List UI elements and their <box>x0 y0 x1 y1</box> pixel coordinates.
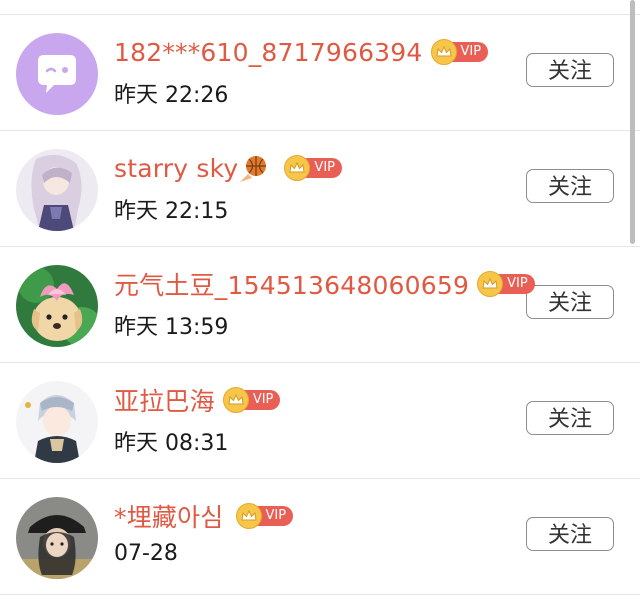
timestamp: 昨天 22:26 <box>114 83 229 108</box>
follow-button[interactable]: 关注 <box>526 517 614 551</box>
username[interactable]: starry sky <box>114 154 238 183</box>
vip-badge: VIP <box>477 271 535 297</box>
crown-icon <box>222 387 249 413</box>
username[interactable]: 元气土豆_154513648060659 <box>114 266 469 302</box>
timestamp: 07-28 <box>114 541 178 566</box>
crown-icon <box>235 503 262 529</box>
vip-badge: VIP <box>284 155 342 181</box>
avatar[interactable] <box>16 497 98 579</box>
anime-boy-avatar-icon <box>16 381 98 463</box>
avatar[interactable] <box>16 149 98 231</box>
vip-badge: VIP <box>222 387 281 413</box>
vip-badge: VIP <box>235 503 294 529</box>
avatar[interactable] <box>16 381 98 463</box>
follow-button[interactable]: 关注 <box>526 401 614 435</box>
girl-hat-avatar-icon <box>16 497 98 579</box>
chat-bubble-face-icon <box>16 33 98 115</box>
list-item[interactable]: *埋藏아심 VIP 07-28 关注 <box>0 479 640 595</box>
scrollbar[interactable] <box>630 0 635 244</box>
crown-icon <box>477 271 504 297</box>
follow-button[interactable]: 关注 <box>526 169 614 203</box>
list-item[interactable]: starry sky VIP 昨天 22:15 关注 <box>0 131 640 247</box>
anime-girl-avatar-icon <box>16 149 98 231</box>
follow-list: 182***610_8717966394 VIP 昨天 22:26 关注 sta… <box>0 0 640 612</box>
dog-lotus-avatar-icon <box>16 265 98 347</box>
crown-icon <box>430 39 457 65</box>
username[interactable]: 亚拉巴海 <box>114 382 215 418</box>
basketball-fire-icon <box>240 156 267 182</box>
username[interactable]: 182***610_8717966394 <box>114 38 423 67</box>
follow-button[interactable]: 关注 <box>526 285 614 319</box>
avatar[interactable] <box>16 265 98 347</box>
avatar[interactable] <box>16 33 98 115</box>
timestamp: 昨天 22:15 <box>114 199 229 224</box>
timestamp: 昨天 13:59 <box>114 315 229 340</box>
list-item[interactable]: 亚拉巴海 VIP 昨天 08:31 关注 <box>0 363 640 479</box>
follow-button[interactable]: 关注 <box>526 53 614 87</box>
list-item[interactable]: 元气土豆_154513648060659 VIP 昨天 13:59 关注 <box>0 247 640 363</box>
vip-badge: VIP <box>430 39 489 65</box>
divider <box>0 594 640 595</box>
timestamp: 昨天 08:31 <box>114 431 229 456</box>
username[interactable]: *埋藏아심 <box>114 498 224 534</box>
list-item[interactable]: 182***610_8717966394 VIP 昨天 22:26 关注 <box>0 15 640 131</box>
